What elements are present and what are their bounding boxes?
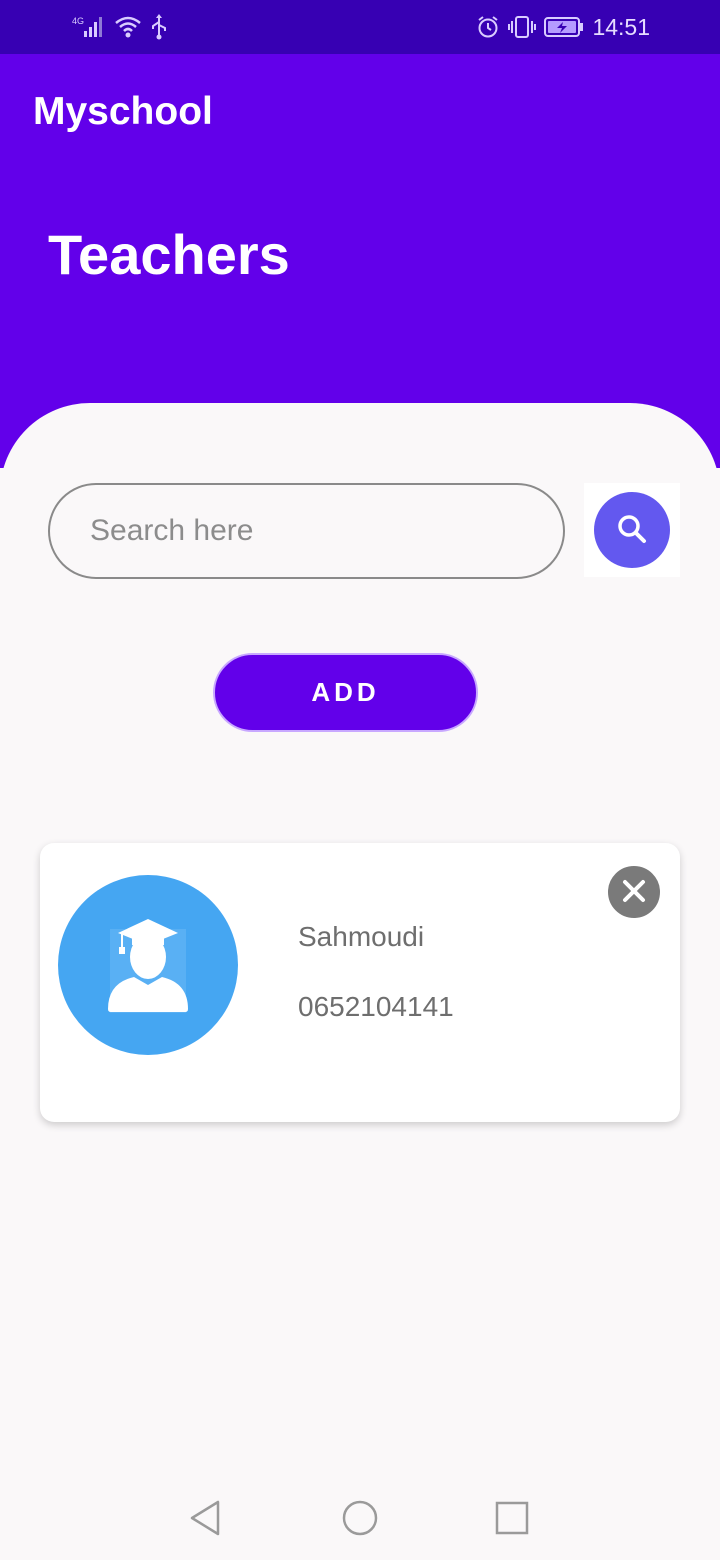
- search-button-frame: [584, 483, 680, 577]
- recents-icon: [495, 1501, 529, 1535]
- status-time: 14:51: [592, 13, 650, 40]
- search-button[interactable]: [594, 492, 670, 568]
- search-icon: [615, 512, 649, 549]
- signal-icon: 4G: [72, 15, 106, 39]
- app-screen: 4G 14:51 Myschool Teachers Search here A…: [0, 0, 720, 1560]
- teacher-name: Sahmoudi: [298, 921, 425, 952]
- avatar: [58, 875, 238, 1055]
- vibrate-icon: [508, 15, 537, 39]
- search-input[interactable]: [48, 483, 565, 579]
- status-left: 4G: [72, 14, 168, 40]
- nav-recents-button[interactable]: [492, 1498, 532, 1538]
- teacher-card[interactable]: Sahmoudi 0652104141: [40, 843, 680, 1122]
- network-type-label: 4G: [72, 16, 84, 26]
- back-icon: [190, 1500, 220, 1536]
- app-bar: Myschool: [0, 54, 720, 168]
- close-icon: [620, 877, 648, 908]
- nav-home-button[interactable]: [340, 1498, 380, 1538]
- battery-charging-icon: [544, 16, 584, 38]
- alarm-icon: [476, 15, 500, 39]
- delete-teacher-button[interactable]: [607, 865, 661, 919]
- wifi-icon: [114, 15, 142, 39]
- status-right: 14:51: [476, 14, 650, 40]
- system-nav-bar: [0, 1476, 720, 1560]
- nav-back-button[interactable]: [186, 1498, 226, 1538]
- app-title: Myschool: [33, 90, 213, 133]
- page-title: Teachers: [48, 223, 290, 286]
- graduate-avatar-icon: [108, 919, 188, 1013]
- usb-icon: [150, 14, 168, 40]
- home-icon: [342, 1500, 378, 1536]
- status-bar: 4G 14:51: [0, 0, 720, 54]
- teacher-phone: 0652104141: [298, 991, 454, 1022]
- add-button[interactable]: ADD: [213, 653, 478, 732]
